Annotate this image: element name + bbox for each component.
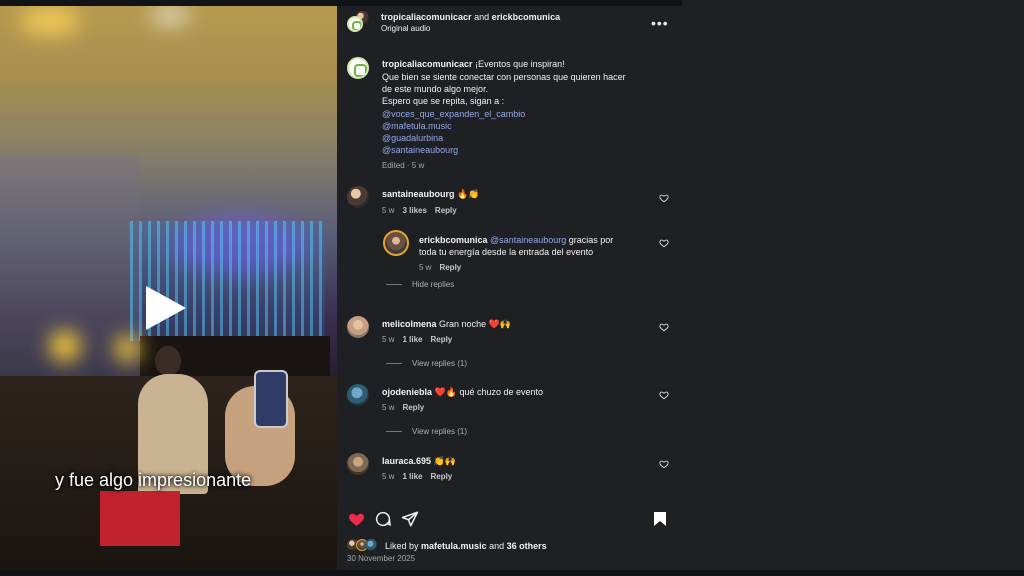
right-background [682,0,1024,576]
comment-text: 👏🙌 [433,456,456,466]
heart-filled-icon[interactable] [347,510,366,528]
reply-button[interactable]: Reply [435,206,457,215]
video-caption: y fue algo impresionante [55,470,252,490]
commenter-avatar[interactable] [347,186,369,208]
post-meta: Edited · 5 w [382,161,425,170]
reply-comment: erickbcomunica @santaineaubourg gracias … [419,234,613,246]
author-username[interactable]: tropicaliacomunicacr [381,12,472,22]
video-player[interactable]: y fue algo impresionante [0,6,337,570]
video-scene-light [150,6,190,26]
comment-username[interactable]: melicolmena [382,319,437,329]
comment-likes[interactable]: 1 like [402,472,422,481]
comment-likes[interactable]: 3 likes [402,206,426,215]
heart-outline-icon[interactable] [659,238,669,248]
likes-others[interactable]: 36 others [507,541,547,551]
audio-label[interactable]: Original audio [381,23,430,35]
comment-username[interactable]: santaineaubourg [382,189,455,199]
heart-outline-icon[interactable] [659,390,669,400]
post-caption: tropicaliacomunicacr ¡Eventos que inspir… [382,58,565,70]
comment-text: ❤️🔥 qué chuzo de evento [434,387,544,397]
comment: ojodeniebla ❤️🔥 qué chuzo de evento [382,386,543,398]
comment-age: 5 w [382,403,395,412]
authors-connector: and [474,12,490,22]
reply-button[interactable]: Reply [430,335,452,344]
more-horizontal-icon[interactable]: ••• [651,15,669,31]
comment-likes[interactable]: 1 like [402,335,422,344]
likes-connector: and [489,541,505,551]
heart-outline-icon[interactable] [659,193,669,203]
comment-age: 5 w [419,263,432,272]
video-scene-light [50,331,80,361]
hide-replies-button[interactable]: Hide replies [386,280,454,289]
reply-button[interactable]: Reply [430,472,452,481]
comment-meta: 5 w Reply [382,403,424,412]
author-avatar[interactable] [347,16,363,32]
commenter-avatar[interactable] [347,316,369,338]
post-line: Que bien se siente conectar con personas… [382,72,626,82]
comment: melicolmena Gran noche ❤️🙌 [382,318,511,330]
video-scene-light [115,336,140,361]
comment-age: 5 w [382,335,395,344]
comment-text-line: toda tu energía desde la entrada del eve… [419,247,594,257]
reply-button[interactable]: Reply [402,403,424,412]
view-replies-button[interactable]: View replies (1) [386,427,467,436]
likes-prefix: Liked by [385,541,419,551]
post-line: ¡Eventos que inspiran! [475,59,565,69]
liker-avatar[interactable] [365,539,377,551]
mention-link[interactable]: @guadalurbina [382,132,443,144]
liker-username[interactable]: mafetula.music [421,541,487,551]
comment-age: 5 w [382,472,395,481]
comment-age: 5 w [382,206,395,215]
view-replies-button[interactable]: View replies (1) [386,359,467,368]
comment: santaineaubourg 🔥👏 [382,188,479,200]
bottom-bar [0,570,1024,576]
video-scene-person-head [155,346,181,376]
comment-text: Gran noche ❤️🙌 [439,319,511,329]
mention-link[interactable]: @voces_que_expanden_el_cambio [382,108,525,120]
video-scene-phone [254,370,288,428]
reply-button[interactable]: Reply [439,263,461,272]
comment-text: 🔥👏 [457,189,480,199]
commenter-avatar[interactable] [347,384,369,406]
comment-meta: 5 w 1 like Reply [382,472,452,481]
video-scene-light [20,6,80,36]
heart-outline-icon[interactable] [659,459,669,469]
play-icon[interactable] [146,286,186,330]
post-line: de este mundo algo mejor. [382,84,489,94]
post-author-avatar[interactable] [347,57,369,79]
post-authors: tropicaliacomunicacr and erickbcomunica [381,11,560,23]
comment-username[interactable]: erickbcomunica [419,235,488,245]
bookmark-icon[interactable] [653,511,667,527]
comment-username[interactable]: lauraca.695 [382,456,431,466]
comment-icon[interactable] [374,510,392,528]
post-username[interactable]: tropicaliacomunicacr [382,59,473,69]
coauthor-username[interactable]: erickbcomunica [492,12,561,22]
comment-meta: 5 w 3 likes Reply [382,206,457,215]
comment-text: gracias por [568,235,614,245]
likes-summary: Liked by mafetula.music and 36 others [385,540,547,552]
mention-link[interactable]: @santaineaubourg [490,235,566,245]
replier-avatar[interactable] [383,230,409,256]
comment-username[interactable]: ojodeniebla [382,387,432,397]
mention-link[interactable]: @mafetula.music [382,120,452,132]
share-icon[interactable] [401,510,419,528]
comment-meta: 5 w Reply [419,263,461,272]
mention-link[interactable]: @santaineaubourg [382,144,458,156]
comment: lauraca.695 👏🙌 [382,455,456,467]
post-line: Espero que se repita, sigan a : [382,96,505,106]
post-date: 30 November 2025 [347,554,416,563]
comment-meta: 5 w 1 like Reply [382,335,452,344]
commenter-avatar[interactable] [347,453,369,475]
video-scene-red-seat [100,491,180,546]
heart-outline-icon[interactable] [659,322,669,332]
